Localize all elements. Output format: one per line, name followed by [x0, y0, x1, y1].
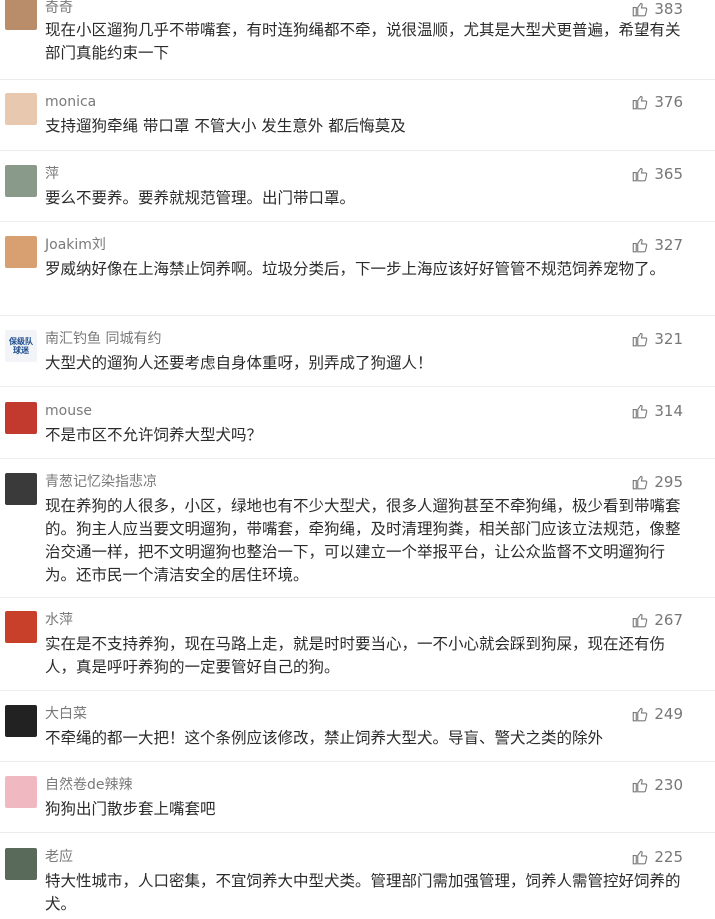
comment-text: 支持遛狗牵绳 带口罩 不管大小 发生意外 都后悔莫及 — [45, 117, 406, 135]
comment-username[interactable]: 水萍 — [45, 611, 73, 629]
thumbs-up-icon — [633, 332, 648, 347]
user-avatar[interactable] — [5, 93, 37, 125]
like-count: 365 — [654, 165, 683, 183]
thumbs-up-icon — [633, 95, 648, 110]
user-avatar[interactable] — [5, 611, 37, 643]
user-avatar[interactable] — [5, 473, 37, 505]
like-count: 327 — [654, 236, 683, 254]
divider — [0, 221, 715, 222]
like-count: 225 — [654, 848, 683, 866]
like-button[interactable]: 267 — [631, 611, 683, 629]
thumbs-up-icon — [633, 404, 648, 419]
comment-username[interactable]: 南汇钓鱼 同城有约 — [45, 330, 161, 348]
comment-username[interactable]: 青葱记忆染指悲凉 — [45, 473, 157, 491]
divider — [0, 690, 715, 691]
like-button[interactable]: 314 — [631, 402, 683, 420]
like-count: 376 — [654, 93, 683, 111]
divider — [0, 597, 715, 598]
comment-text: 现在小区遛狗几乎不带嘴套，有时连狗绳都不牵，说很温顺，尤其是大型犬更普遍，希望有… — [45, 21, 681, 62]
user-avatar[interactable] — [5, 402, 37, 434]
comment-username[interactable]: 大白菜 — [45, 705, 87, 723]
like-count: 230 — [654, 776, 683, 794]
thumbs-up-icon — [633, 613, 648, 628]
like-button[interactable]: 321 — [631, 330, 683, 348]
comment-text: 罗威纳好像在上海禁止饲养啊。垃圾分类后，下一步上海应该好好管管不规范饲养宠物了。 — [45, 260, 666, 278]
comment-text: 不牵绳的都一大把！这个条例应该修改，禁止饲养大型犬。导盲、警犬之类的除外 — [45, 729, 604, 747]
comment-text: 狗狗出门散步套上嘴套吧 — [45, 800, 216, 818]
user-avatar[interactable] — [5, 705, 37, 737]
thumbs-up-icon — [633, 238, 648, 253]
like-button[interactable]: 249 — [631, 705, 683, 723]
comment-username[interactable]: mouse — [45, 402, 92, 420]
thumbs-up-icon — [633, 707, 648, 722]
comment-username[interactable]: monica — [45, 93, 96, 111]
comment-username[interactable]: 萍 — [45, 165, 59, 183]
user-avatar[interactable] — [5, 236, 37, 268]
user-avatar[interactable] — [5, 165, 37, 197]
user-avatar[interactable]: 保级队球迷 — [5, 330, 37, 362]
like-count: 321 — [654, 330, 683, 348]
thumbs-up-icon — [633, 475, 648, 490]
divider — [0, 761, 715, 762]
comment-text: 不是市区不允许饲养大型犬吗？ — [45, 426, 263, 444]
divider — [0, 386, 715, 387]
comment-username[interactable]: 自然卷de辣辣 — [45, 776, 133, 794]
like-button[interactable]: 376 — [631, 93, 683, 111]
comment-text: 大型犬的遛狗人还要考虑自身体重呀，别弄成了狗遛人！ — [45, 354, 433, 372]
comment-text: 现在养狗的人很多，小区，绿地也有不少大型犬，很多人遛狗甚至不牵狗绳，极少看到带嘴… — [45, 497, 681, 584]
user-avatar[interactable] — [5, 0, 37, 30]
divider — [0, 458, 715, 459]
like-button[interactable]: 230 — [631, 776, 683, 794]
divider — [0, 79, 715, 80]
like-button[interactable]: 225 — [631, 848, 683, 866]
thumbs-up-icon — [633, 2, 648, 17]
comment-username[interactable]: 奇奇 — [45, 0, 73, 17]
thumbs-up-icon — [633, 850, 648, 865]
like-button[interactable]: 295 — [631, 473, 683, 491]
comment-text: 要么不要养。要养就规范管理。出门带口罩。 — [45, 189, 356, 207]
comment-text: 实在是不支持养狗，现在马路上走，就是时时要当心，一不小心就会踩到狗屎，现在还有伤… — [45, 635, 666, 676]
divider — [0, 315, 715, 316]
like-button[interactable]: 365 — [631, 165, 683, 183]
user-avatar[interactable] — [5, 848, 37, 880]
user-avatar[interactable] — [5, 776, 37, 808]
divider — [0, 832, 715, 833]
comment-username[interactable]: 老应 — [45, 848, 73, 866]
like-count: 267 — [654, 611, 683, 629]
like-count: 314 — [654, 402, 683, 420]
like-count: 295 — [654, 473, 683, 491]
like-button[interactable]: 327 — [631, 236, 683, 254]
comment-text: 特大性城市，人口密集，不宜饲养大中型犬类。管理部门需加强管理，饲养人需管控好饲养… — [45, 872, 681, 913]
comment-username[interactable]: Joakim刘 — [45, 236, 106, 254]
like-button[interactable]: 383 — [631, 0, 683, 18]
avatar-logo-text: 保级队球迷 — [9, 337, 33, 355]
divider — [0, 150, 715, 151]
thumbs-up-icon — [633, 778, 648, 793]
like-count: 249 — [654, 705, 683, 723]
thumbs-up-icon — [633, 167, 648, 182]
like-count: 383 — [654, 0, 683, 18]
